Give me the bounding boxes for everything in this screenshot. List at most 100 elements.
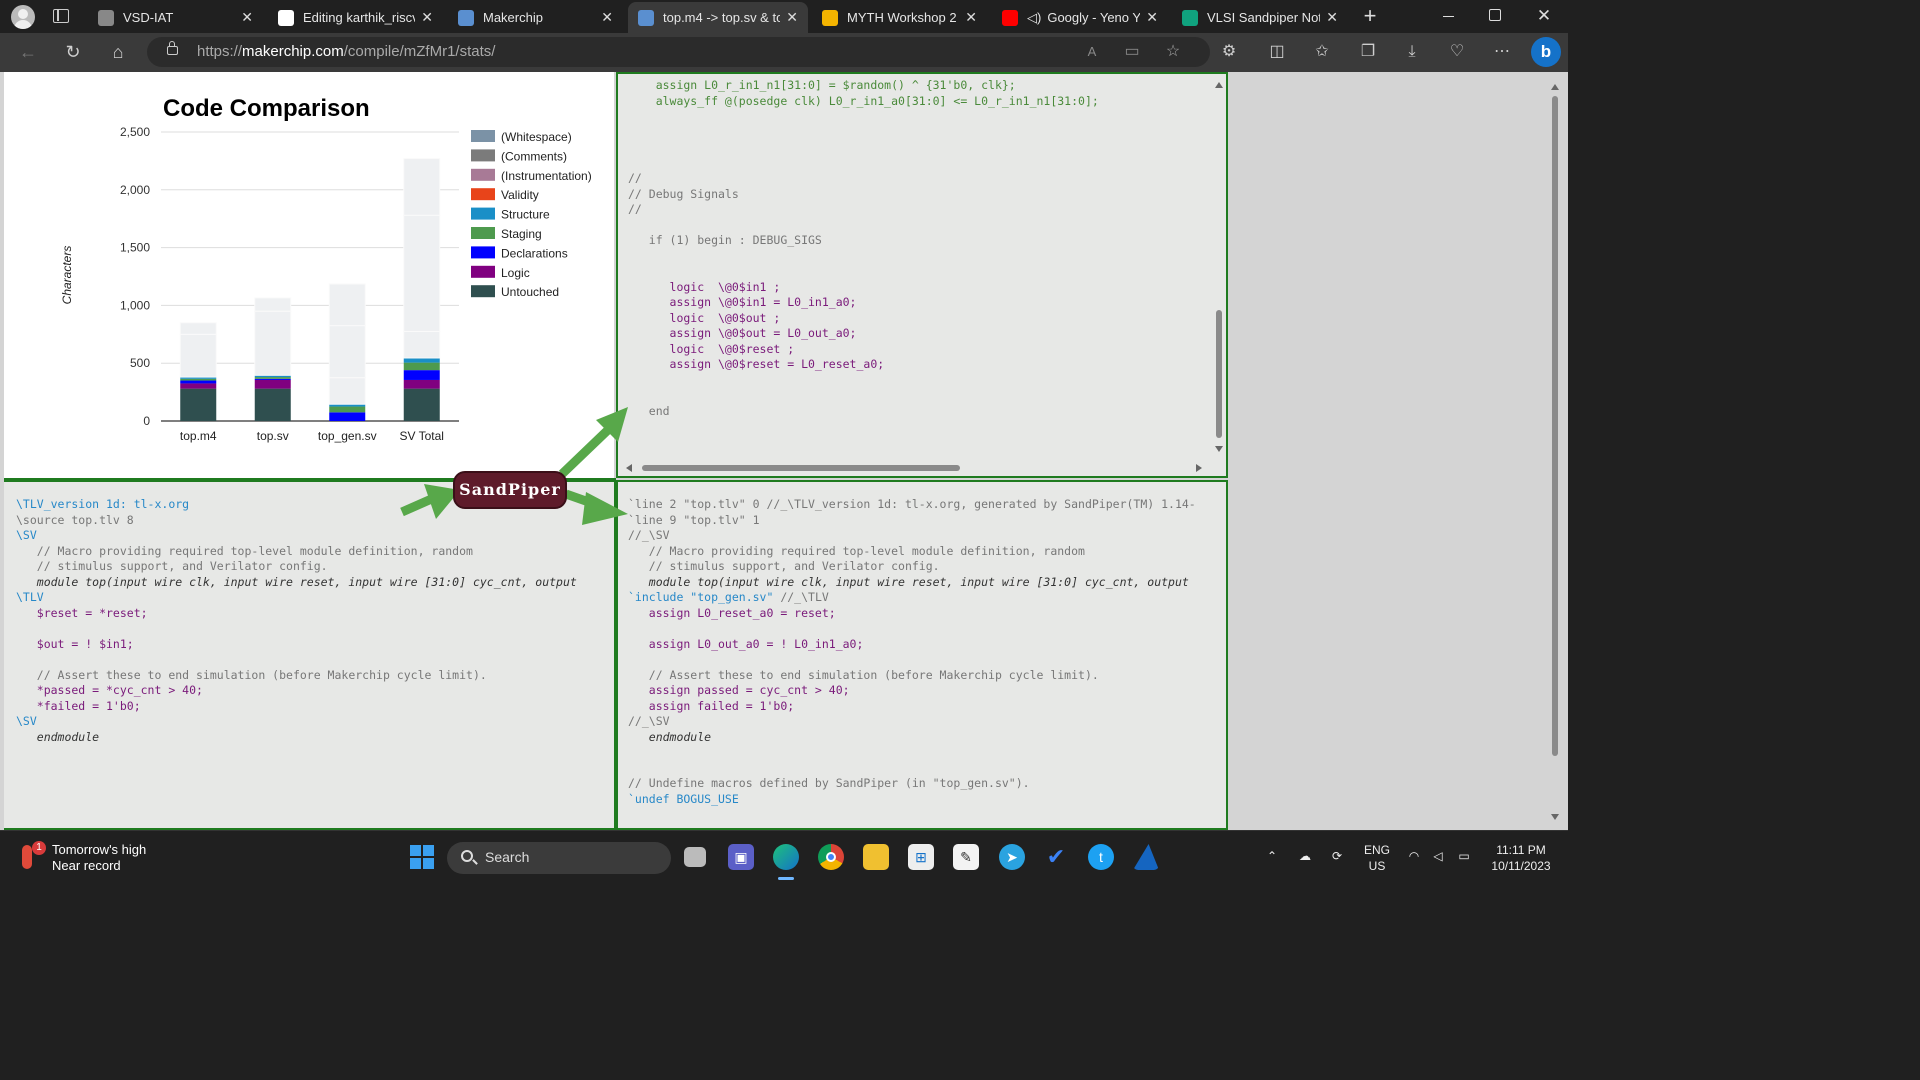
scroll-left-icon[interactable]	[626, 464, 632, 472]
scrollbar-thumb[interactable]	[642, 465, 960, 471]
wifi-icon[interactable]: ◠	[1406, 848, 1422, 864]
code-token: *failed = 1'b0;	[16, 698, 141, 713]
start-button[interactable]	[410, 845, 434, 869]
downloads-icon[interactable]: ⤓	[1401, 41, 1423, 63]
tab-actions-icon[interactable]	[53, 9, 69, 23]
code-line: //_\SV	[628, 528, 1196, 544]
tab-audio-icon[interactable]: ◁)	[1027, 10, 1041, 26]
code-token: //	[628, 202, 642, 216]
legend-label: Validity	[501, 188, 539, 202]
tab-close-icon[interactable]: ✕	[421, 9, 433, 26]
read-aloud-icon[interactable]: A	[1081, 41, 1103, 63]
tab-6[interactable]: ◁) Googly - Yeno Yeno ✕	[992, 2, 1168, 33]
source-tlv-pane[interactable]: \TLV_version 1d: tl-x.org \source top.tlv…	[4, 480, 616, 830]
page-scrollbar-thumb[interactable]	[1552, 96, 1558, 756]
generated-code-pane-top[interactable]: assign L0_r_in1_n1[31:0] = $random() ^ {…	[616, 72, 1228, 478]
generated-sv-pane[interactable]: `line 2 "top.tlv" 0 //_\TLV_version 1d: …	[616, 480, 1228, 830]
tab-close-icon[interactable]: ✕	[1146, 9, 1158, 26]
app-shark-icon[interactable]	[1133, 844, 1159, 870]
close-window-button[interactable]: ✕	[1534, 5, 1554, 27]
split-screen-icon[interactable]: ◫	[1266, 41, 1288, 63]
x-tick-label: top.m4	[180, 429, 217, 443]
url-text[interactable]: https://makerchip.com/compile/mZfMr1/sta…	[197, 43, 495, 60]
telegram-icon[interactable]: ➤	[999, 844, 1025, 870]
scroll-up-icon[interactable]	[1215, 82, 1223, 88]
horizontal-scrollbar[interactable]	[626, 462, 1202, 474]
tab-close-icon[interactable]: ✕	[1326, 9, 1338, 26]
weather-text[interactable]: Tomorrow's high Near record	[52, 842, 146, 874]
tab-close-icon[interactable]: ✕	[601, 9, 613, 26]
page-scroll-down-icon[interactable]	[1551, 814, 1559, 820]
code-token: // Macro providing required top-level mo…	[16, 543, 473, 558]
code-token: // Debug Signals	[628, 186, 739, 201]
code-token: assign \@0$reset = L0_reset_a0;	[628, 357, 885, 371]
favorite-star-icon[interactable]: ☆	[1162, 41, 1184, 63]
teams-chat-icon[interactable]: ▣	[728, 844, 754, 870]
lock-icon[interactable]	[167, 41, 178, 55]
pdf-editor-icon[interactable]: ✎	[953, 844, 979, 870]
legend-label: Declarations	[501, 246, 568, 260]
bar-segment-staging	[254, 377, 291, 379]
tab-1[interactable]: VSD-IAT ✕	[88, 2, 263, 33]
taskbar-search[interactable]: Search	[447, 842, 671, 874]
favorites-icon[interactable]: ✩	[1311, 41, 1333, 63]
bar-segment-declarations	[180, 380, 217, 384]
restore-button[interactable]	[1489, 9, 1501, 21]
code-token: logic \@0$reset ;	[628, 341, 795, 356]
scroll-down-icon[interactable]	[1215, 446, 1223, 452]
chrome-icon[interactable]	[818, 844, 844, 870]
tab-4[interactable]: top.m4 -> top.sv & top_gen.sv ✕	[628, 2, 808, 33]
code-view-bottom-right[interactable]: `line 2 "top.tlv" 0 //_\TLV_version 1d: …	[628, 497, 1196, 807]
profile-avatar[interactable]	[11, 5, 35, 29]
microsoft-store-icon[interactable]: ⊞	[908, 844, 934, 870]
code-line: \TLV	[16, 590, 577, 606]
home-icon[interactable]: ⌂	[107, 41, 129, 63]
edge-browser-icon[interactable]	[773, 844, 799, 870]
page-scrollbar[interactable]	[1548, 84, 1562, 828]
language-indicator[interactable]: ENG US	[1360, 842, 1394, 874]
code-line: *passed = *cyc_cnt > 40;	[16, 683, 577, 699]
extensions-icon[interactable]: ⚙	[1218, 41, 1240, 63]
sandpiper-logo: SandPiper	[453, 471, 567, 509]
vertical-scrollbar[interactable]	[1214, 82, 1224, 452]
tab-2[interactable]: Editing karthik_riscv/README.md ✕	[268, 2, 443, 33]
address-bar[interactable]: https://makerchip.com/compile/mZfMr1/sta…	[147, 37, 1210, 67]
back-arrow-icon[interactable]: ←	[17, 41, 39, 63]
scroll-right-icon[interactable]	[1196, 464, 1202, 472]
legend-swatch	[471, 207, 495, 220]
tab-close-icon[interactable]: ✕	[786, 9, 798, 26]
volume-icon[interactable]: ◁	[1430, 848, 1446, 864]
code-view-bottom-left[interactable]: \TLV_version 1d: tl-x.org \source top.tlv…	[16, 497, 577, 745]
refresh-icon[interactable]: ↻	[62, 41, 84, 63]
task-view-icon[interactable]	[684, 847, 706, 867]
tab-close-icon[interactable]: ✕	[241, 9, 253, 26]
sync-icon[interactable]: ⟳	[1328, 848, 1346, 864]
settings-more-icon[interactable]: ⋯	[1491, 41, 1513, 63]
performance-icon[interactable]: ♡	[1446, 41, 1468, 63]
code-line: \SV	[16, 528, 577, 544]
immersive-reader-icon[interactable]: ▭	[1121, 41, 1143, 63]
code-view-top-right[interactable]: assign L0_r_in1_n1[31:0] = $random() ^ {…	[628, 78, 1099, 419]
clock[interactable]: 11:11 PM 10/11/2023	[1484, 842, 1558, 874]
onedrive-icon[interactable]: ☁	[1296, 848, 1314, 864]
collections-icon[interactable]: ❐	[1357, 41, 1379, 63]
tab-3[interactable]: Makerchip ✕	[448, 2, 623, 33]
battery-icon[interactable]: ▭	[1455, 848, 1473, 864]
twitter-icon[interactable]: t	[1088, 844, 1114, 870]
todo-icon[interactable]: ✔	[1043, 844, 1069, 870]
page-scroll-up-icon[interactable]	[1551, 84, 1559, 90]
copilot-icon[interactable]: b	[1531, 37, 1561, 67]
code-token: endmodule	[628, 729, 712, 744]
new-tab-button[interactable]: +	[1358, 3, 1382, 29]
tray-overflow-icon[interactable]: ⌃	[1264, 848, 1280, 864]
tab-7[interactable]: VLSI Sandpiper Notes ✕	[1172, 2, 1348, 33]
minimize-button[interactable]	[1440, 8, 1456, 24]
tab-close-icon[interactable]: ✕	[965, 9, 977, 26]
file-explorer-icon[interactable]	[863, 844, 889, 870]
y-axis-label: Characters	[60, 246, 74, 305]
scrollbar-thumb[interactable]	[1216, 310, 1222, 438]
tab-5[interactable]: MYTH Workshop 2 TL ✕	[812, 2, 987, 33]
